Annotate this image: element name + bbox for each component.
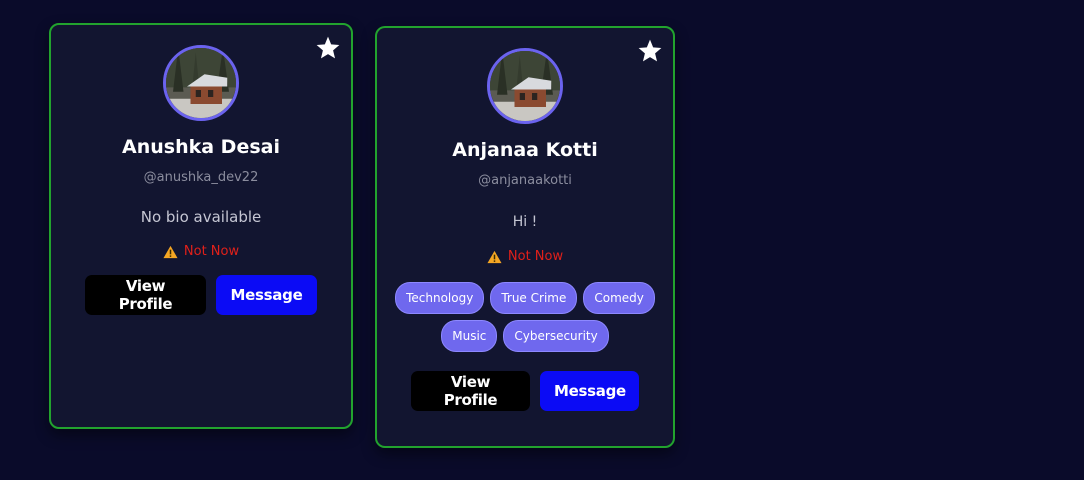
status-text: Not Now bbox=[507, 249, 564, 264]
status-indicator: Not Now bbox=[51, 243, 351, 261]
card-actions: View Profile Message bbox=[51, 275, 351, 315]
view-profile-button[interactable]: View Profile bbox=[85, 275, 206, 315]
profile-card: Anjanaa Kotti @anjanaakotti Hi ! Not Now… bbox=[375, 26, 675, 448]
profile-name: Anushka Desai bbox=[122, 136, 280, 158]
avatar bbox=[487, 48, 563, 124]
status-text: Not Now bbox=[183, 244, 240, 259]
avatar bbox=[163, 45, 239, 121]
tag-true-crime[interactable]: True Crime bbox=[490, 282, 578, 314]
interest-tags: Technology True Crime Comedy Music Cyber… bbox=[390, 282, 660, 352]
tag-cybersecurity[interactable]: Cybersecurity bbox=[503, 320, 609, 352]
tag-comedy[interactable]: Comedy bbox=[583, 282, 655, 314]
profile-handle: @anushka_dev22 bbox=[143, 170, 259, 185]
cabin-photo-avatar bbox=[490, 51, 560, 121]
star-icon[interactable] bbox=[637, 38, 663, 64]
profile-bio: Hi ! bbox=[512, 214, 538, 230]
profile-name: Anjanaa Kotti bbox=[452, 139, 598, 161]
status-indicator: Not Now bbox=[377, 248, 673, 266]
card-actions: View Profile Message bbox=[377, 371, 673, 411]
view-profile-button[interactable]: View Profile bbox=[411, 371, 530, 411]
warning-icon bbox=[487, 250, 502, 264]
message-button[interactable]: Message bbox=[216, 275, 317, 315]
message-button[interactable]: Message bbox=[540, 371, 639, 411]
star-icon[interactable] bbox=[315, 35, 341, 61]
warning-icon bbox=[163, 245, 178, 259]
profile-card: Anushka Desai @anushka_dev22 No bio avai… bbox=[49, 23, 353, 429]
cabin-photo-avatar bbox=[166, 48, 236, 118]
tag-music[interactable]: Music bbox=[441, 320, 498, 352]
profile-handle: @anjanaakotti bbox=[478, 173, 572, 188]
profile-bio: No bio available bbox=[140, 208, 262, 226]
tag-technology[interactable]: Technology bbox=[395, 282, 485, 314]
